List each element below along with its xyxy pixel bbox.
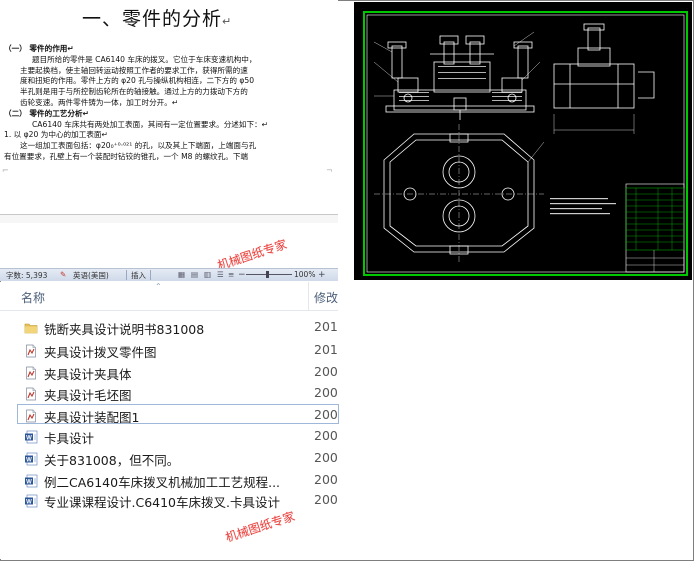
language-status[interactable]: 英语(美国) <box>73 270 109 281</box>
name-column-header[interactable]: 名称 <box>21 289 45 306</box>
outline-view-icon[interactable]: ☰ <box>217 270 224 279</box>
file-name: 夹具设计夹具体 <box>44 367 132 382</box>
document-paragraph-line: 半孔则是用于与所控制齿轮所在的轴接触。通过上方的力拨动下方的 <box>20 87 248 97</box>
file-name: 关于831008，但不同。 <box>44 453 180 468</box>
cad-inner-border <box>366 14 685 273</box>
watermark-text: 机械图纸专家 <box>215 237 289 268</box>
svg-text:W: W <box>26 479 32 485</box>
file-name: 铣断夹具设计说明书831008 <box>44 322 205 337</box>
file-list-item[interactable]: W 卡具设计 200 <box>18 426 338 446</box>
word-status-bar: 字数: 5,393 ✎ 英语(美国) 插入 ▦ ▤ ▥ ☰ ≡ 100% − + <box>0 268 338 281</box>
file-name: 夹具设计拨叉零件图 <box>44 345 157 360</box>
watermark-text: 机械图纸专家 <box>223 509 297 545</box>
page-break-area <box>0 214 338 223</box>
proofing-icon[interactable]: ✎ <box>60 270 66 279</box>
word-document-page[interactable]: 一、零件的分析↵ （一） 零件的作用↵ 题目所给的零件是 CA6140 车床的拨叉… <box>0 0 338 268</box>
document-heading: 一、零件的分析↵ <box>82 4 232 31</box>
file-list-item[interactable]: 夹具设计毛坯图 200 <box>18 383 338 403</box>
sort-ascending-icon: ⌃ <box>155 282 162 291</box>
dwg-file-icon <box>24 365 38 380</box>
file-list-item[interactable]: 夹具设计拨叉零件图 201 <box>18 340 338 360</box>
document-paragraph-line: 这一组加工表面包括：φ20₀⁺⁰·⁰²¹ 的孔，以及其上下端面，上端面与孔 <box>20 141 257 151</box>
print-layout-view-icon[interactable]: ▦ <box>178 270 185 279</box>
file-modified-date: 201 <box>314 319 338 334</box>
word-file-icon: W <box>24 473 38 488</box>
file-name: 夹具设计毛坯图 <box>44 388 132 403</box>
file-list-item[interactable]: 夹具设计夹具体 200 <box>18 362 338 382</box>
document-subheading: （二） 零件的工艺分析↵ <box>4 108 89 118</box>
zoom-in-button[interactable]: + <box>318 270 326 280</box>
document-body[interactable]: （一） 零件的作用↵ 题目所给的零件是 CA6140 车床的拨叉。它位于车床变速机… <box>4 44 332 163</box>
cad-title-block <box>625 183 685 273</box>
file-name: 卡具设计 <box>44 431 95 446</box>
paragraph-mark: ↵ <box>222 15 233 28</box>
modified-column-header[interactable]: 修改 <box>314 289 338 306</box>
margin-corner-mark-left: ⌐ <box>2 166 9 175</box>
document-paragraph-line: 度和扭矩的作用。零件上方的 φ20 孔与操纵机构相连，二下方的 φ50 <box>20 76 255 86</box>
svg-text:W: W <box>26 435 32 441</box>
document-paragraph-line: 有位置要求，孔壁上有一个装配时钻铰的锥孔，一个 M8 的螺纹孔。下端 <box>4 151 249 161</box>
document-paragraph-line: 齿轮变速。两件零件铸为一体，加工时分开。↵ <box>20 97 179 107</box>
document-subheading: （一） 零件的作用↵ <box>4 44 74 53</box>
word-file-icon: W <box>24 493 38 508</box>
svg-text:W: W <box>26 499 32 505</box>
document-paragraph-line: CA6140 车床共有两处加工表面，其间有一定位置要求。分述如下：↵ <box>32 119 269 129</box>
file-modified-date: 200 <box>314 492 338 507</box>
column-header-row: ⌃ 名称 修改 <box>0 282 338 311</box>
status-separator <box>150 270 151 280</box>
file-name: 专业课课程设计.C6410车床拨叉.卡具设计 <box>44 495 280 510</box>
word-count-status[interactable]: 字数: 5,393 <box>6 270 47 281</box>
file-modified-date: 200 <box>314 385 338 400</box>
zoom-out-button[interactable]: − <box>238 270 246 280</box>
cad-side-view <box>553 23 655 134</box>
file-name: 夹具设计装配图1 <box>44 410 140 425</box>
dwg-file-icon <box>24 386 38 401</box>
file-modified-date: 200 <box>314 407 338 422</box>
cad-top-view <box>374 124 544 264</box>
document-heading-text: 一、零件的分析 <box>82 8 223 30</box>
cad-drawing-preview <box>354 2 692 280</box>
file-explorer: ⌃ 名称 修改 铣断夹具设计说明书831008 201 夹具设计拨叉零件图 201 夹具… <box>0 282 339 559</box>
file-list-item[interactable]: W 关于831008，但不同。 200 <box>18 448 338 468</box>
draft-view-icon[interactable]: ≡ <box>228 270 234 279</box>
svg-text:W: W <box>26 457 32 463</box>
document-paragraph-line: 题目所给的零件是 CA6140 车床的拨叉。它位于车床变速机构中， <box>32 54 257 64</box>
web-layout-view-icon[interactable]: ▥ <box>204 270 211 279</box>
margin-corner-mark-right: ¬ <box>326 166 333 175</box>
file-list-item[interactable]: 铣断夹具设计说明书831008 201 <box>18 317 338 337</box>
file-modified-date: 200 <box>314 472 338 487</box>
word-file-icon: W <box>24 429 38 444</box>
cad-front-hatching <box>399 66 522 101</box>
dwg-file-icon <box>24 343 38 358</box>
zoom-slider-thumb[interactable] <box>266 271 269 278</box>
file-modified-date: 200 <box>314 364 338 379</box>
file-modified-date: 200 <box>314 428 338 443</box>
zoom-percent[interactable]: 100% <box>294 270 315 279</box>
file-modified-date: 200 <box>314 450 338 465</box>
cad-notes <box>550 198 616 215</box>
file-list-item[interactable]: 夹具设计装配图1 200 <box>17 404 339 425</box>
cad-drawing-svg <box>363 11 688 276</box>
word-file-icon: W <box>24 451 38 466</box>
file-list-item[interactable]: W 例二CA6140车床拨叉机械加工工艺规程... 200 <box>18 470 338 490</box>
column-divider[interactable] <box>308 282 309 310</box>
full-screen-view-icon[interactable]: ▤ <box>191 270 198 279</box>
file-modified-date: 201 <box>314 342 338 357</box>
file-name: 例二CA6140车床拨叉机械加工工艺规程... <box>44 475 281 490</box>
folder-icon <box>24 320 38 334</box>
document-paragraph-line: 主要起换档，使主轴回转运动按照工作者的要求工作，获得所需的速 <box>20 65 248 75</box>
document-paragraph-line: 1. 以 φ20 为中心的加工表面↵ <box>4 130 108 140</box>
zoom-slider-track[interactable] <box>246 274 292 275</box>
dwg-file-icon <box>24 408 38 423</box>
insert-mode-status[interactable]: 插入 <box>131 270 146 281</box>
status-separator <box>126 270 127 280</box>
